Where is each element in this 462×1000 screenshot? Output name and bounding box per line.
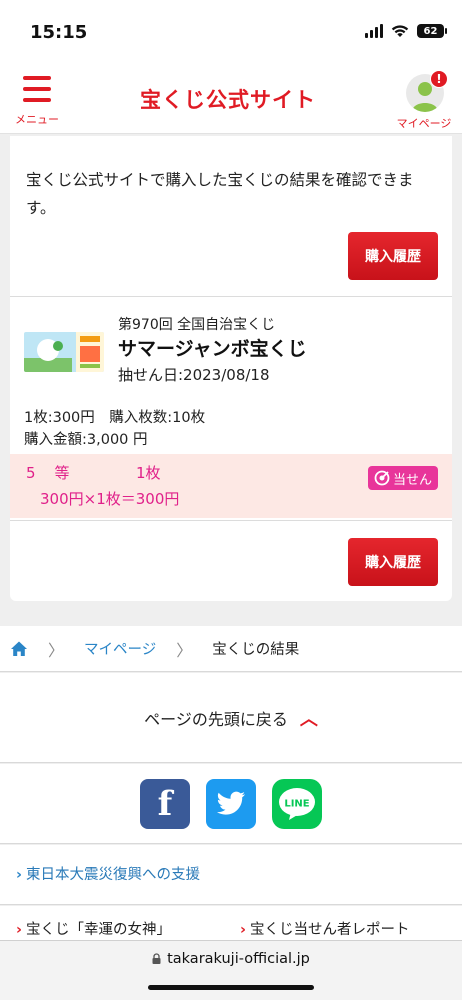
breadcrumb: 〉 マイページ 〉 宝くじの結果: [0, 626, 462, 672]
site-logo[interactable]: 宝くじ公式サイト: [140, 84, 316, 114]
home-indicator[interactable]: [148, 985, 314, 990]
win-badge: 当せん: [368, 466, 438, 490]
status-bar: 15:15 62: [0, 0, 462, 66]
site-header: メニュー 宝くじ公式サイト ! マイページ: [0, 66, 462, 134]
prize-count: 1枚: [136, 464, 161, 482]
earthquake-support-link[interactable]: › 東日本大震災復興への支援: [16, 863, 200, 884]
url-display: takarakuji-official.jp: [0, 951, 462, 967]
chevron-right-icon: ›: [240, 922, 246, 938]
line-icon[interactable]: LINE: [272, 778, 322, 829]
draw-date: 抽せん日:2023/08/18: [118, 366, 270, 384]
hamburger-icon: [23, 76, 51, 102]
menu-button[interactable]: メニュー: [10, 74, 64, 130]
winner-report-label: 宝くじ当せん者レポート: [249, 922, 410, 938]
back-to-top-link[interactable]: ページの先頭に戻る ︿: [0, 673, 462, 763]
mypage-label: マイページ: [396, 117, 452, 130]
status-icons: 62: [365, 24, 447, 38]
breadcrumb-current: 宝くじの結果: [212, 642, 300, 658]
win-badge-label: 当せん: [392, 472, 432, 488]
line-icon-label: LINE: [284, 798, 309, 809]
intro-text: 宝くじ公式サイトで購入した宝くじの結果を確認できます。: [26, 171, 414, 217]
earthquake-support-label: 東日本大震災復興への支援: [25, 867, 200, 883]
menu-label: メニュー: [15, 113, 59, 126]
chevron-right-icon: ›: [16, 922, 22, 938]
lottery-name: サマージャンボ宝くじ: [118, 338, 307, 360]
chevron-up-icon: ︿: [299, 708, 318, 730]
social-share: f LINE: [0, 764, 462, 844]
url-text: takarakuji-official.jp: [167, 951, 310, 967]
divider: [10, 520, 452, 521]
twitter-icon[interactable]: [206, 778, 256, 829]
link-row: › 宝くじ「幸運の女神」 › 宝くじ当せん者レポート: [0, 906, 462, 942]
lottery-round: 第970回 全国自治宝くじ: [118, 317, 276, 333]
notification-badge: !: [430, 70, 448, 88]
purchase-amount: 購入金額:3,000 円: [24, 432, 148, 448]
facebook-icon[interactable]: f: [140, 778, 190, 829]
purchase-history-button[interactable]: 購入履歴: [348, 232, 438, 280]
ticket-image: [24, 332, 104, 372]
battery-icon: 62: [417, 24, 447, 38]
browser-url-bar[interactable]: takarakuji-official.jp: [0, 940, 462, 1000]
breadcrumb-mypage[interactable]: マイページ: [84, 638, 156, 659]
purchase-history-button-bottom[interactable]: 購入履歴: [348, 538, 438, 586]
chevron-right-icon: ›: [16, 867, 22, 883]
signal-icon: [365, 24, 383, 38]
divider: [10, 296, 452, 297]
prize-result-box: 5 等 1枚 300円×1枚＝300円 当せん: [10, 454, 452, 518]
wifi-icon: [391, 25, 409, 37]
results-card: 宝くじ公式サイトで購入した宝くじの結果を確認できます。 購入履歴 第970回 全…: [10, 136, 452, 601]
chevron-right-icon: 〉: [176, 640, 193, 660]
home-icon[interactable]: [10, 640, 28, 658]
unit-price-and-quantity: 1枚:300円 購入枚数:10枚: [24, 410, 206, 426]
link-row: › 東日本大震災復興への支援: [0, 845, 462, 905]
back-to-top-label: ページの先頭に戻る: [144, 709, 288, 729]
target-icon: [374, 470, 390, 486]
goddess-label: 宝くじ「幸運の女神」: [25, 922, 171, 938]
prize-rank: 5 等: [26, 464, 72, 482]
chevron-right-icon: 〉: [48, 640, 65, 660]
winner-report-link[interactable]: › 宝くじ当せん者レポート: [240, 918, 409, 939]
lock-icon: [152, 953, 161, 964]
mypage-button[interactable]: ! マイページ: [392, 70, 456, 130]
status-time: 15:15: [30, 22, 88, 43]
prize-amount: 300円×1枚＝300円: [40, 490, 180, 508]
goddess-link[interactable]: › 宝くじ「幸運の女神」: [16, 918, 171, 939]
